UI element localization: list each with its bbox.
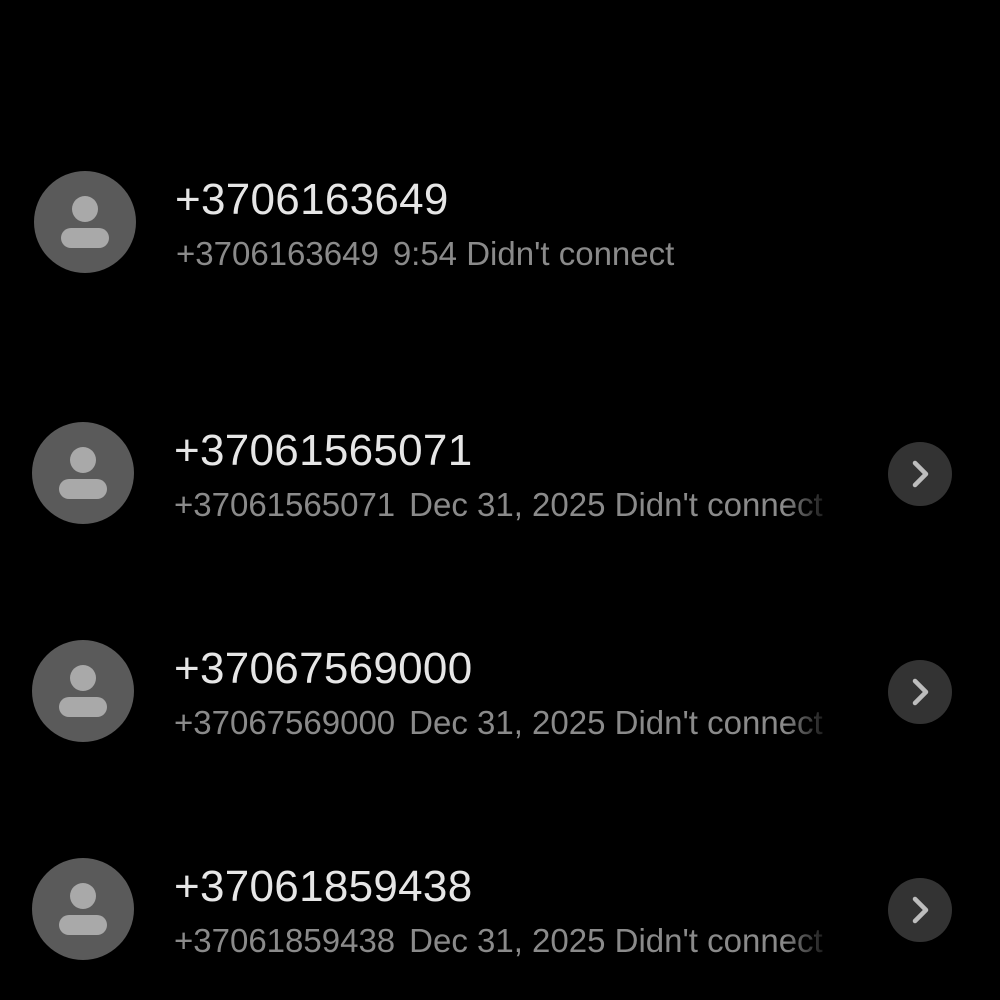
caller-number: +37067569000 — [174, 704, 396, 741]
call-details-button[interactable] — [888, 442, 952, 506]
contact-avatar[interactable] — [32, 640, 134, 742]
person-icon — [59, 447, 107, 499]
call-status: Didn't connect — [466, 235, 675, 272]
chevron-right-icon — [912, 678, 929, 706]
person-icon — [59, 665, 107, 717]
call-time: 9:54 — [392, 235, 458, 272]
call-log-item[interactable]: +3706163649 +3706163649 9:54 Didn't conne… — [0, 157, 1000, 287]
call-details-button[interactable] — [888, 878, 952, 942]
call-log-item[interactable]: +37061565071 +37061565071 Dec 31, 2025 Di… — [0, 408, 1000, 538]
call-details: +3706163649 9:54 Didn't connect — [176, 234, 836, 274]
caller-number: +37061859438 — [174, 922, 396, 959]
call-time: Dec 31, 2025 — [409, 486, 606, 523]
contact-avatar[interactable] — [32, 422, 134, 524]
call-status: Didn't connect — [614, 486, 823, 523]
caller-name: +37067569000 — [174, 644, 473, 693]
chevron-right-icon — [912, 460, 929, 488]
call-details: +37061859438 Dec 31, 2025 Didn't connect — [174, 921, 834, 961]
person-icon — [61, 196, 109, 248]
contact-avatar[interactable] — [32, 858, 134, 960]
chevron-right-icon — [912, 896, 929, 924]
caller-number: +3706163649 — [176, 235, 379, 272]
call-details-button[interactable] — [888, 660, 952, 724]
call-status: Didn't connect — [614, 922, 823, 959]
contact-avatar[interactable] — [34, 171, 136, 273]
call-time: Dec 31, 2025 — [409, 922, 606, 959]
caller-number: +37061565071 — [174, 486, 396, 523]
caller-name: +37061859438 — [174, 862, 473, 911]
caller-name: +37061565071 — [174, 426, 473, 475]
call-status: Didn't connect — [614, 704, 823, 741]
call-log-item[interactable]: +37061859438 +37061859438 Dec 31, 2025 Di… — [0, 844, 1000, 974]
call-log-item[interactable]: +37067569000 +37067569000 Dec 31, 2025 Di… — [0, 626, 1000, 756]
caller-name: +3706163649 — [175, 175, 449, 224]
call-details: +37067569000 Dec 31, 2025 Didn't connect — [174, 703, 834, 743]
person-icon — [59, 883, 107, 935]
call-details: +37061565071 Dec 31, 2025 Didn't connect — [174, 485, 834, 525]
call-time: Dec 31, 2025 — [409, 704, 606, 741]
